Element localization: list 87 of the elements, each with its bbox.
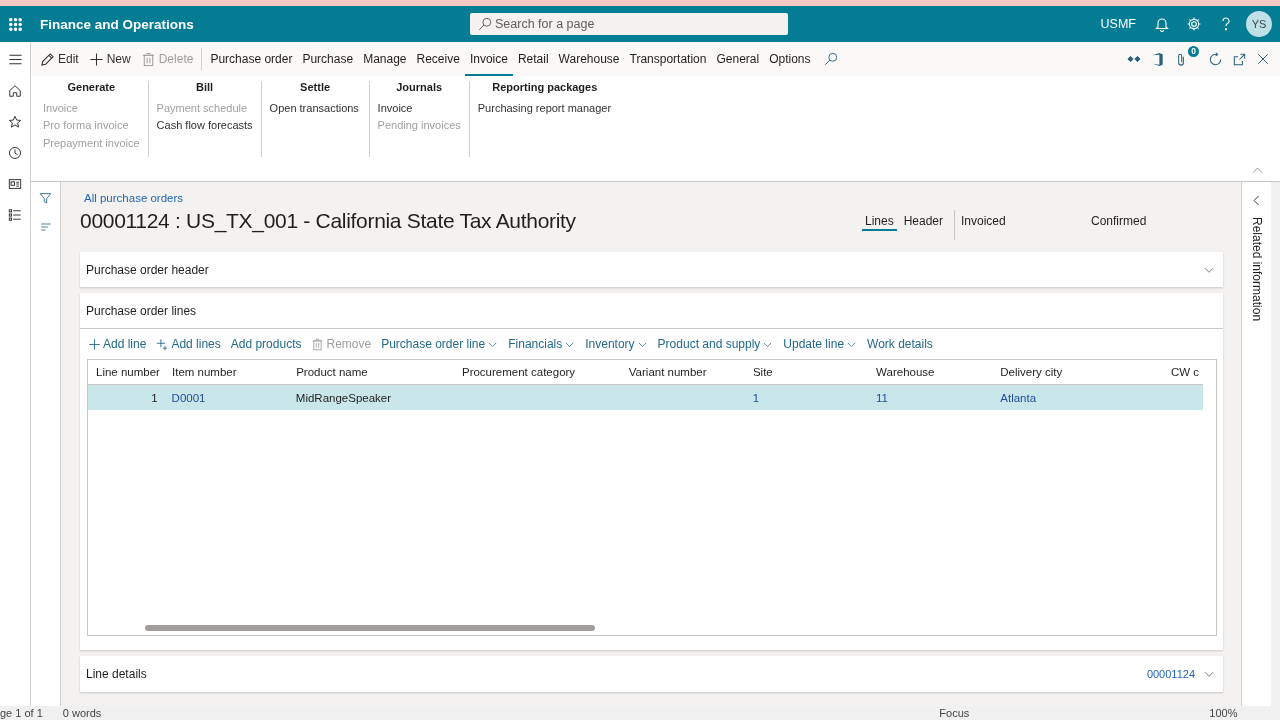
action-tab[interactable]: General <box>711 42 765 76</box>
column-header[interactable]: Variant number <box>620 366 745 378</box>
open-in-new-window-icon[interactable] <box>1232 51 1247 67</box>
app-launcher-icon[interactable] <box>7 16 23 32</box>
close-icon[interactable] <box>1256 52 1270 66</box>
ribbon-group-title: Reporting packages <box>492 81 598 93</box>
column-header[interactable]: Procurement category <box>453 366 621 378</box>
status-text: Confirmed <box>1091 214 1148 228</box>
company-selector[interactable]: USMF <box>1100 17 1136 31</box>
toolbar-button[interactable]: Work details <box>867 337 933 351</box>
grid-row[interactable]: 1 D0001 MidRangeSpeaker 1 11 Atlanta <box>88 385 1203 410</box>
toolbar-button[interactable]: Update line <box>783 337 858 351</box>
column-header[interactable]: Item number <box>164 366 289 378</box>
table-link[interactable]: 1 <box>752 391 760 404</box>
filter-icon[interactable] <box>39 192 52 205</box>
clock-icon[interactable] <box>8 146 22 160</box>
section-title[interactable]: Purchase order header <box>86 262 209 277</box>
action-tab[interactable]: Retail <box>512 42 554 76</box>
view-tab[interactable]: Header <box>900 214 946 231</box>
table-cell: MidRangeSpeaker <box>295 391 392 404</box>
ribbon-item[interactable]: Open transactions <box>269 99 359 117</box>
new-button[interactable]: New <box>83 42 136 76</box>
ribbon-group-title: Bill <box>196 81 214 93</box>
related-information-tab[interactable]: Related information <box>1249 217 1264 322</box>
workspace-icon[interactable] <box>8 177 22 191</box>
column-header[interactable]: CW c <box>1163 366 1203 378</box>
action-tab[interactable]: Options <box>764 42 816 76</box>
trash-icon <box>140 51 156 67</box>
toolbar-button[interactable]: Financials <box>508 337 576 351</box>
attachment-count: 0 <box>1188 45 1199 57</box>
page-title: 00001124 : US_TX_001 - California State Tax Authority <box>80 209 576 233</box>
action-tab[interactable]: Transportation <box>624 42 712 76</box>
toolbar-button[interactable]: Add lines <box>156 337 221 351</box>
notifications-icon[interactable] <box>1154 16 1170 32</box>
ribbon-group-title: Settle <box>300 81 331 93</box>
plus-icon <box>88 51 104 67</box>
settings-icon[interactable] <box>1186 16 1202 32</box>
ribbon-item[interactable]: Cash flow forecasts <box>156 116 253 134</box>
star-icon[interactable] <box>8 115 22 129</box>
action-tab[interactable]: Warehouse <box>553 42 625 76</box>
view-tab[interactable]: Lines <box>861 214 897 231</box>
status-text: Invoiced <box>961 214 1007 228</box>
toolbar-button[interactable]: Product and supply <box>657 337 774 351</box>
ribbon-group-title: Generate <box>67 81 116 93</box>
zoom-level: 100% <box>1209 707 1238 719</box>
column-header[interactable]: Line number <box>88 366 164 378</box>
section-title[interactable]: Line details <box>86 667 147 681</box>
table-link[interactable]: 11 <box>876 391 889 404</box>
search-icon[interactable] <box>823 52 838 66</box>
column-header[interactable]: Delivery city <box>992 366 1163 378</box>
table-cell: 1 <box>151 391 158 404</box>
section-title[interactable]: Purchase order lines <box>86 303 197 318</box>
ribbon-item[interactable]: Invoice <box>377 99 413 117</box>
breadcrumb-link[interactable]: All purchase orders <box>84 192 184 204</box>
toolbar-button[interactable]: Purchase order line <box>381 337 499 351</box>
list-icon[interactable] <box>8 208 22 222</box>
column-header[interactable]: Product name <box>288 366 454 378</box>
ribbon-item[interactable]: Purchasing report manager <box>477 99 612 117</box>
word-count: 0 words <box>62 707 102 719</box>
navigation-menu-icon[interactable] <box>7 52 23 67</box>
user-avatar[interactable]: YS <box>1246 11 1272 37</box>
toolbar-button[interactable]: Add line <box>88 337 147 351</box>
refresh-icon[interactable] <box>1208 51 1223 67</box>
action-tab[interactable]: Manage <box>358 42 412 76</box>
page-count: ge 1 of 1 <box>0 707 43 719</box>
edit-button[interactable]: Edit <box>35 42 84 76</box>
ribbon-group-title: Journals <box>396 81 443 93</box>
column-header[interactable]: Warehouse <box>868 366 993 378</box>
plus-icon <box>88 337 101 351</box>
toolbar-button[interactable]: Add products <box>230 337 302 351</box>
focus-button[interactable]: Focus <box>939 707 970 719</box>
home-icon[interactable] <box>8 84 22 98</box>
search-icon <box>478 17 492 31</box>
action-tab[interactable]: Purchase <box>297 42 359 76</box>
column-header[interactable]: Site <box>744 366 869 378</box>
search-field[interactable]: Search for a page <box>470 13 788 35</box>
table-link[interactable]: Atlanta <box>1000 391 1037 404</box>
add-lines-icon <box>156 337 170 351</box>
app-title: Finance and Operations <box>40 16 195 32</box>
action-tab[interactable]: Receive <box>411 42 465 76</box>
trash-icon <box>311 337 325 351</box>
toolbar-button[interactable]: Inventory <box>585 337 648 351</box>
edit-icon <box>40 51 55 67</box>
section-summary: 00001124 <box>1146 668 1195 680</box>
action-tab[interactable]: Purchase order <box>205 42 298 76</box>
horizontal-scrollbar[interactable] <box>145 625 595 631</box>
table-link[interactable]: D0001 <box>171 391 206 404</box>
